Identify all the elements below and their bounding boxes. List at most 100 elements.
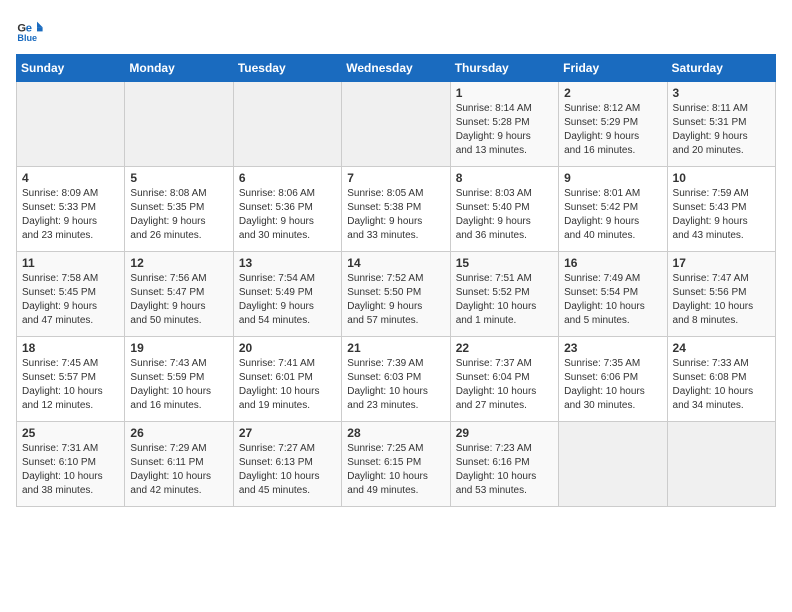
day-info: Sunrise: 7:27 AM Sunset: 6:13 PM Dayligh… <box>239 442 336 498</box>
calendar-cell: 20 Sunrise: 7:41 AM Sunset: 6:01 PM Dayli… <box>233 337 341 422</box>
day-number: 16 <box>564 256 661 270</box>
day-info: Sunrise: 8:06 AM Sunset: 5:36 PM Dayligh… <box>239 187 336 243</box>
day-header-monday: Monday <box>125 55 233 82</box>
calendar-week-1: 1 Sunrise: 8:14 AM Sunset: 5:28 PM Daylig… <box>17 82 776 167</box>
day-info: Sunrise: 7:49 AM Sunset: 5:54 PM Dayligh… <box>564 272 661 328</box>
day-header-sunday: Sunday <box>17 55 125 82</box>
calendar-week-5: 25 Sunrise: 7:31 AM Sunset: 6:10 PM Dayli… <box>17 422 776 507</box>
day-info: Sunrise: 7:33 AM Sunset: 6:08 PM Dayligh… <box>673 357 770 413</box>
day-info: Sunrise: 7:52 AM Sunset: 5:50 PM Dayligh… <box>347 272 444 328</box>
day-info: Sunrise: 7:56 AM Sunset: 5:47 PM Dayligh… <box>130 272 227 328</box>
svg-text:Blue: Blue <box>17 33 37 43</box>
calendar-cell: 17Sunrise: 7:47 AM Sunset: 5:56 PM Dayli… <box>667 252 775 337</box>
day-info: Sunrise: 7:51 AM Sunset: 5:52 PM Dayligh… <box>456 272 553 328</box>
day-info: Sunrise: 8:11 AM Sunset: 5:31 PM Dayligh… <box>673 102 770 158</box>
calendar-cell: 28 Sunrise: 7:25 AM Sunset: 6:15 PM Dayli… <box>342 422 450 507</box>
day-info: Sunrise: 7:35 AM Sunset: 6:06 PM Dayligh… <box>564 357 661 413</box>
day-number: 24 <box>673 341 770 355</box>
day-number: 17 <box>673 256 770 270</box>
calendar-week-3: 11Sunrise: 7:58 AM Sunset: 5:45 PM Dayli… <box>17 252 776 337</box>
day-info: Sunrise: 7:45 AM Sunset: 5:57 PM Dayligh… <box>22 357 119 413</box>
calendar-cell <box>342 82 450 167</box>
calendar-cell: 14 Sunrise: 7:52 AM Sunset: 5:50 PM Dayli… <box>342 252 450 337</box>
day-info: Sunrise: 7:29 AM Sunset: 6:11 PM Dayligh… <box>130 442 227 498</box>
day-number: 12 <box>130 256 227 270</box>
day-info: Sunrise: 7:39 AM Sunset: 6:03 PM Dayligh… <box>347 357 444 413</box>
day-number: 4 <box>22 171 119 185</box>
day-info: Sunrise: 8:08 AM Sunset: 5:35 PM Dayligh… <box>130 187 227 243</box>
calendar-cell: 7 Sunrise: 8:05 AM Sunset: 5:38 PM Daylig… <box>342 167 450 252</box>
day-number: 1 <box>456 86 553 100</box>
calendar-week-4: 18 Sunrise: 7:45 AM Sunset: 5:57 PM Dayli… <box>17 337 776 422</box>
day-info: Sunrise: 7:41 AM Sunset: 6:01 PM Dayligh… <box>239 357 336 413</box>
calendar-cell <box>125 82 233 167</box>
calendar-cell: 6 Sunrise: 8:06 AM Sunset: 5:36 PM Daylig… <box>233 167 341 252</box>
day-header-friday: Friday <box>559 55 667 82</box>
day-number: 11 <box>22 256 119 270</box>
day-number: 19 <box>130 341 227 355</box>
day-number: 18 <box>22 341 119 355</box>
day-info: Sunrise: 7:54 AM Sunset: 5:49 PM Dayligh… <box>239 272 336 328</box>
calendar-cell: 24 Sunrise: 7:33 AM Sunset: 6:08 PM Dayli… <box>667 337 775 422</box>
day-number: 14 <box>347 256 444 270</box>
calendar-cell: 21 Sunrise: 7:39 AM Sunset: 6:03 PM Dayli… <box>342 337 450 422</box>
day-info: Sunrise: 8:12 AM Sunset: 5:29 PM Dayligh… <box>564 102 661 158</box>
day-number: 29 <box>456 426 553 440</box>
calendar-body: 1 Sunrise: 8:14 AM Sunset: 5:28 PM Daylig… <box>17 82 776 507</box>
day-number: 2 <box>564 86 661 100</box>
day-header-wednesday: Wednesday <box>342 55 450 82</box>
day-number: 26 <box>130 426 227 440</box>
calendar-cell: 23 Sunrise: 7:35 AM Sunset: 6:06 PM Dayli… <box>559 337 667 422</box>
day-header-thursday: Thursday <box>450 55 558 82</box>
day-number: 8 <box>456 171 553 185</box>
calendar-cell: 3Sunrise: 8:11 AM Sunset: 5:31 PM Daylig… <box>667 82 775 167</box>
day-number: 22 <box>456 341 553 355</box>
day-header-saturday: Saturday <box>667 55 775 82</box>
day-info: Sunrise: 7:37 AM Sunset: 6:04 PM Dayligh… <box>456 357 553 413</box>
day-info: Sunrise: 7:25 AM Sunset: 6:15 PM Dayligh… <box>347 442 444 498</box>
day-info: Sunrise: 8:09 AM Sunset: 5:33 PM Dayligh… <box>22 187 119 243</box>
calendar-cell: 2 Sunrise: 8:12 AM Sunset: 5:29 PM Daylig… <box>559 82 667 167</box>
day-info: Sunrise: 7:31 AM Sunset: 6:10 PM Dayligh… <box>22 442 119 498</box>
calendar-cell: 29 Sunrise: 7:23 AM Sunset: 6:16 PM Dayli… <box>450 422 558 507</box>
day-number: 25 <box>22 426 119 440</box>
calendar-cell <box>233 82 341 167</box>
calendar-cell: 9Sunrise: 8:01 AM Sunset: 5:42 PM Daylig… <box>559 167 667 252</box>
day-number: 10 <box>673 171 770 185</box>
day-number: 23 <box>564 341 661 355</box>
day-number: 20 <box>239 341 336 355</box>
calendar-cell: 4 Sunrise: 8:09 AM Sunset: 5:33 PM Daylig… <box>17 167 125 252</box>
day-info: Sunrise: 7:23 AM Sunset: 6:16 PM Dayligh… <box>456 442 553 498</box>
header: G e Blue <box>16 16 776 44</box>
calendar-cell <box>559 422 667 507</box>
day-number: 28 <box>347 426 444 440</box>
day-info: Sunrise: 8:14 AM Sunset: 5:28 PM Dayligh… <box>456 102 553 158</box>
calendar-cell: 15 Sunrise: 7:51 AM Sunset: 5:52 PM Dayli… <box>450 252 558 337</box>
calendar-cell: 27Sunrise: 7:27 AM Sunset: 6:13 PM Dayli… <box>233 422 341 507</box>
calendar-cell <box>667 422 775 507</box>
calendar-cell: 16 Sunrise: 7:49 AM Sunset: 5:54 PM Dayli… <box>559 252 667 337</box>
day-info: Sunrise: 8:03 AM Sunset: 5:40 PM Dayligh… <box>456 187 553 243</box>
calendar-week-2: 4 Sunrise: 8:09 AM Sunset: 5:33 PM Daylig… <box>17 167 776 252</box>
day-info: Sunrise: 7:59 AM Sunset: 5:43 PM Dayligh… <box>673 187 770 243</box>
day-number: 15 <box>456 256 553 270</box>
day-number: 6 <box>239 171 336 185</box>
day-number: 7 <box>347 171 444 185</box>
calendar-cell: 18 Sunrise: 7:45 AM Sunset: 5:57 PM Dayli… <box>17 337 125 422</box>
day-number: 9 <box>564 171 661 185</box>
day-header-tuesday: Tuesday <box>233 55 341 82</box>
day-number: 13 <box>239 256 336 270</box>
calendar-table: SundayMondayTuesdayWednesdayThursdayFrid… <box>16 54 776 507</box>
calendar-cell: 10 Sunrise: 7:59 AM Sunset: 5:43 PM Dayli… <box>667 167 775 252</box>
calendar-cell <box>17 82 125 167</box>
day-number: 5 <box>130 171 227 185</box>
day-number: 21 <box>347 341 444 355</box>
calendar-cell: 19Sunrise: 7:43 AM Sunset: 5:59 PM Dayli… <box>125 337 233 422</box>
calendar-cell: 8 Sunrise: 8:03 AM Sunset: 5:40 PM Daylig… <box>450 167 558 252</box>
logo: G e Blue <box>16 16 48 44</box>
calendar-cell: 5 Sunrise: 8:08 AM Sunset: 5:35 PM Daylig… <box>125 167 233 252</box>
day-info: Sunrise: 8:05 AM Sunset: 5:38 PM Dayligh… <box>347 187 444 243</box>
calendar-cell: 22 Sunrise: 7:37 AM Sunset: 6:04 PM Dayli… <box>450 337 558 422</box>
calendar-cell: 12 Sunrise: 7:56 AM Sunset: 5:47 PM Dayli… <box>125 252 233 337</box>
calendar-cell: 25 Sunrise: 7:31 AM Sunset: 6:10 PM Dayli… <box>17 422 125 507</box>
